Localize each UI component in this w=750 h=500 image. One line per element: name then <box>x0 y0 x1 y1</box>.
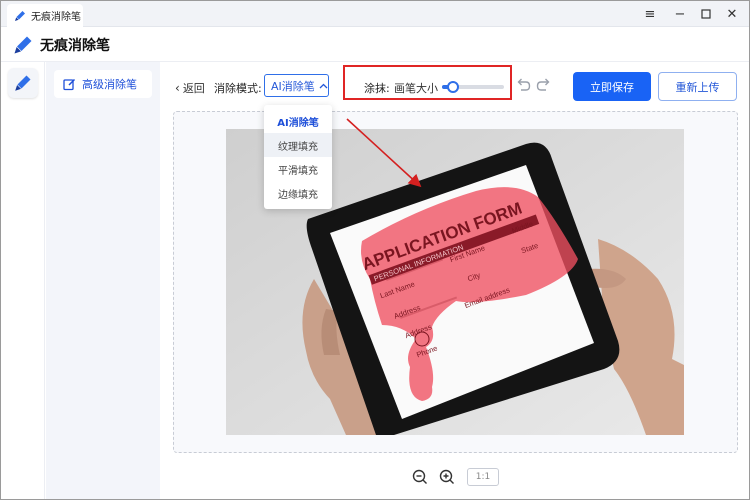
zoom-out-icon[interactable] <box>412 469 428 485</box>
chevron-left-icon: ‹ <box>175 81 180 95</box>
back-label: 返回 <box>182 82 205 95</box>
window-tab-title: 无痕消除笔 <box>31 12 81 23</box>
brush-size-label: 画笔大小 <box>394 82 438 95</box>
brush-icon <box>14 36 32 53</box>
smear-label: 涂抹: <box>364 82 390 95</box>
app-title: 无痕消除笔 <box>40 37 110 54</box>
sidenav-item-advanced-eraser[interactable]: 高级消除笔 <box>54 70 152 98</box>
close-icon[interactable]: ✕ <box>717 1 747 27</box>
sidenav-item-label: 高级消除笔 <box>82 78 137 91</box>
brush-size-slider[interactable] <box>442 81 504 93</box>
save-button[interactable]: 立即保存 <box>573 72 651 101</box>
side-nav: 高级消除笔 <box>46 62 160 499</box>
zoom-ratio-button[interactable]: 1:1 <box>467 468 499 486</box>
mode-option-texture-fill[interactable]: 纹理填充 <box>264 133 332 157</box>
window-titlebar: 无痕消除笔 ≡ − ✕ <box>1 1 749 27</box>
reupload-button[interactable]: 重新上传 <box>658 72 737 101</box>
mode-option-smooth-fill[interactable]: 平滑填充 <box>264 157 332 181</box>
redo-icon[interactable] <box>536 76 552 94</box>
zoom-in-icon[interactable] <box>439 469 455 485</box>
brush-icon <box>15 10 25 21</box>
brush-icon <box>15 75 31 91</box>
erase-mode-label: 消除模式: <box>214 82 262 95</box>
window-tab[interactable]: 无痕消除笔 <box>7 4 83 27</box>
erase-mode-value: AI消除笔 <box>271 79 315 93</box>
erase-mode-dropdown: AI消除笔 纹理填充 平滑填充 边缘填充 <box>264 105 332 209</box>
chevron-up-icon <box>319 83 328 88</box>
tool-rail <box>1 62 45 499</box>
mode-option-edge-fill[interactable]: 边缘填充 <box>264 181 332 205</box>
slider-handle[interactable] <box>447 81 460 93</box>
menu-icon[interactable]: ≡ <box>635 1 665 27</box>
back-button[interactable]: ‹ 返回 <box>175 80 205 96</box>
eraser-tool-button[interactable] <box>8 68 38 98</box>
app-header: 无痕消除笔 <box>1 28 749 62</box>
edit-icon <box>63 78 76 90</box>
undo-icon[interactable] <box>515 76 531 94</box>
erase-mode-select[interactable]: AI消除笔 <box>264 74 329 97</box>
mode-option-ai-eraser[interactable]: AI消除笔 <box>264 109 332 133</box>
